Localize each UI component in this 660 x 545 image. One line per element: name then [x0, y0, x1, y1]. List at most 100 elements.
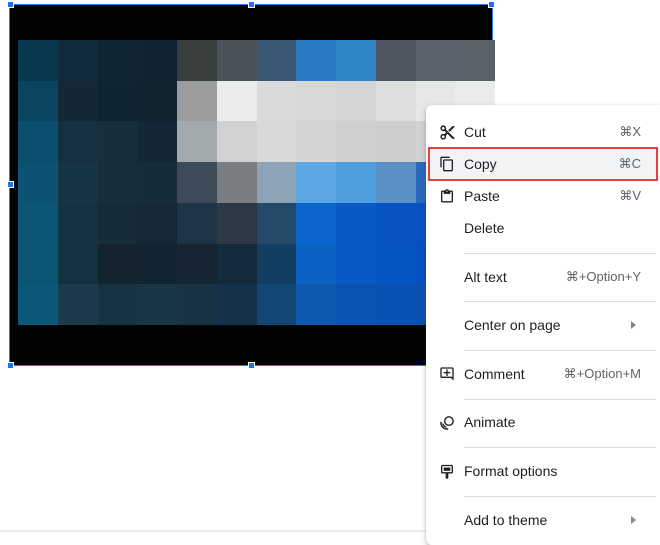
image-pixel-block [216, 202, 257, 244]
menu-item-label: Comment [464, 366, 525, 382]
copy-highlight-box [428, 147, 658, 181]
image-pixel-block [256, 243, 297, 285]
image-pixel-block [18, 243, 58, 285]
pixelated-image-content [18, 40, 495, 325]
menu-separator [464, 301, 656, 302]
menu-separator [464, 399, 656, 400]
image-pixel-block [137, 40, 177, 81]
resize-handle-bottom-left[interactable] [7, 362, 14, 369]
selected-image[interactable] [9, 4, 495, 366]
resize-handle-top-right[interactable] [488, 1, 495, 8]
image-pixel-block [18, 80, 58, 122]
image-pixel-block [216, 162, 257, 203]
menu-item-add-to-theme[interactable]: Add to theme [426, 504, 656, 536]
menu-item-label: Add to theme [464, 512, 548, 528]
resize-handle-top[interactable] [248, 1, 255, 8]
menu-item-alt-text[interactable]: Alt text ⌘+Option+Y [426, 261, 656, 293]
add-comment-icon [437, 364, 457, 384]
image-pixel-block [18, 40, 58, 81]
image-pixel-block [137, 80, 177, 122]
image-pixel-block [256, 80, 297, 122]
menu-item-animate[interactable]: Animate [426, 406, 656, 438]
menu-separator [464, 350, 656, 351]
image-pixel-block [177, 40, 217, 81]
image-pixel-block [375, 202, 416, 244]
image-pixel-block [57, 284, 98, 325]
image-pixel-block [137, 284, 177, 325]
submenu-arrow-icon [631, 516, 636, 524]
image-pixel-block [296, 40, 336, 81]
image-pixel-block [256, 40, 297, 81]
image-pixel-block [375, 162, 416, 203]
menu-item-label: Center on page [464, 317, 561, 333]
menu-item-label: Format options [464, 463, 558, 479]
image-pixel-block [97, 121, 138, 163]
animate-icon [437, 412, 457, 432]
image-pixel-block [455, 40, 495, 81]
image-pixel-block [18, 162, 58, 203]
image-pixel-block [97, 284, 138, 325]
menu-item-comment[interactable]: Comment ⌘+Option+M [426, 358, 656, 390]
image-pixel-block [177, 243, 217, 285]
image-pixel-block [216, 80, 257, 122]
image-pixel-block [296, 80, 336, 122]
menu-item-label: Cut [464, 124, 486, 140]
image-pixel-block [57, 162, 98, 203]
resize-handle-top-left[interactable] [7, 1, 14, 8]
menu-item-cut[interactable]: Cut ⌘X [426, 116, 656, 148]
format-options-icon [437, 461, 457, 481]
image-pixel-block [296, 243, 336, 285]
image-pixel-block [97, 80, 138, 122]
image-pixel-block [57, 202, 98, 244]
menu-item-format-options[interactable]: Format options [426, 455, 656, 487]
image-pixel-block [336, 284, 376, 325]
image-pixel-block [177, 162, 217, 203]
image-pixel-block [97, 40, 138, 81]
keyboard-shortcut: ⌘V [619, 188, 641, 203]
image-pixel-block [18, 284, 58, 325]
image-pixel-block [256, 202, 297, 244]
resize-handle-bottom[interactable] [248, 362, 255, 369]
image-pixel-block [256, 121, 297, 163]
image-pixel-block [256, 284, 297, 325]
menu-separator [464, 496, 656, 497]
scissors-icon [437, 122, 457, 142]
image-pixel-block [57, 121, 98, 163]
image-pixel-block [375, 121, 416, 163]
image-pixel-block [296, 202, 336, 244]
image-pixel-block [336, 162, 376, 203]
image-pixel-block [97, 243, 138, 285]
image-pixel-block [216, 284, 257, 325]
image-pixel-block [216, 121, 257, 163]
menu-separator [464, 447, 656, 448]
image-pixel-block [177, 80, 217, 122]
image-pixel-block [375, 243, 416, 285]
keyboard-shortcut: ⌘+Option+M [563, 366, 641, 381]
image-pixel-block [336, 40, 376, 81]
keyboard-shortcut: ⌘+Option+Y [565, 269, 641, 284]
image-pixel-block [137, 121, 177, 163]
image-pixel-block [336, 80, 376, 122]
image-pixel-block [336, 202, 376, 244]
menu-item-delete[interactable]: Delete [426, 212, 656, 244]
resize-handle-left[interactable] [7, 181, 14, 188]
image-pixel-block [97, 202, 138, 244]
image-pixel-block [137, 243, 177, 285]
image-pixel-block [216, 243, 257, 285]
image-pixel-block [177, 121, 217, 163]
image-pixel-block [336, 243, 376, 285]
image-pixel-block [18, 121, 58, 163]
clipboard-icon [437, 186, 457, 206]
slide-bottom-edge [0, 530, 430, 532]
menu-item-paste[interactable]: Paste ⌘V [426, 180, 656, 212]
image-pixel-block [57, 80, 98, 122]
image-pixel-block [296, 162, 336, 203]
image-pixel-block [216, 40, 257, 81]
image-pixel-block [18, 202, 58, 244]
keyboard-shortcut: ⌘X [619, 124, 641, 139]
image-pixel-block [415, 40, 456, 81]
menu-item-center-on-page[interactable]: Center on page [426, 309, 656, 341]
image-pixel-block [177, 202, 217, 244]
menu-item-label: Paste [464, 188, 500, 204]
image-pixel-block [137, 202, 177, 244]
